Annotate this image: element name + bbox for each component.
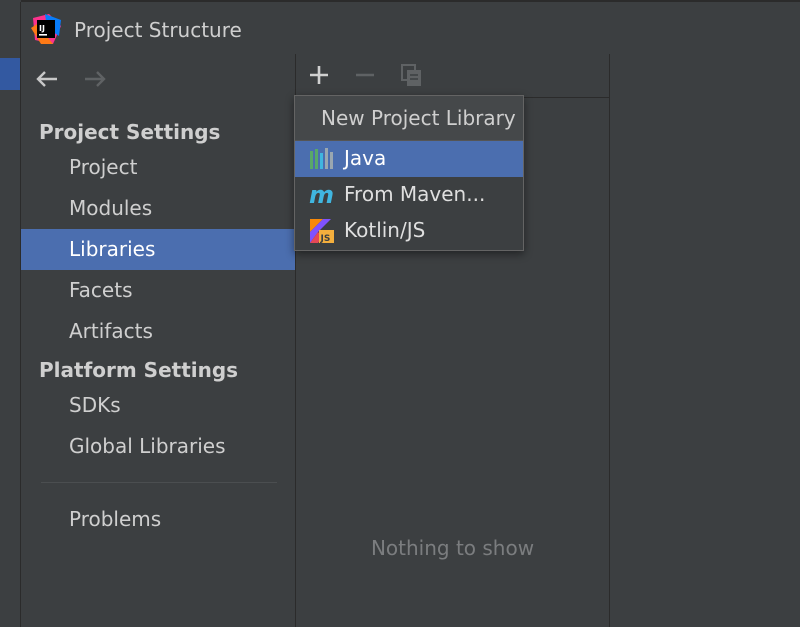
popup-item-java[interactable]: Java xyxy=(295,141,523,177)
popup-title: New Project Library xyxy=(321,106,516,130)
svg-text:IJ: IJ xyxy=(39,24,45,33)
svg-text:m: m xyxy=(309,183,334,207)
sidebar-item-problems[interactable]: Problems xyxy=(21,499,295,540)
popup-item-label: Kotlin/JS xyxy=(344,218,426,242)
popup-item-from-maven[interactable]: m From Maven... xyxy=(295,177,523,213)
sidebar-item-global-libraries[interactable]: Global Libraries xyxy=(21,426,295,467)
settings-sidebar: Project Settings Project Modules Librari… xyxy=(21,54,296,627)
sidebar-item-modules[interactable]: Modules xyxy=(21,188,295,229)
sidebar-item-facets[interactable]: Facets xyxy=(21,270,295,311)
background-ide-strip xyxy=(0,0,21,627)
minus-icon[interactable] xyxy=(352,62,378,88)
intellij-logo-icon: IJ xyxy=(31,14,61,44)
popup-header: New Project Library xyxy=(295,96,523,141)
project-settings-header: Project Settings xyxy=(39,120,221,144)
details-panel xyxy=(610,54,800,627)
sidebar-item-sdks[interactable]: SDKs xyxy=(21,385,295,426)
kotlin-js-icon: JS xyxy=(310,219,334,243)
libraries-toolbar xyxy=(296,54,609,98)
title-bar: IJ Project Structure xyxy=(21,2,800,54)
background-ide-selection xyxy=(0,58,21,90)
empty-state-text: Nothing to show xyxy=(370,536,535,560)
window-title: Project Structure xyxy=(74,18,242,42)
popup-item-label: Java xyxy=(344,146,387,170)
sidebar-item-libraries[interactable]: Libraries xyxy=(21,229,295,270)
sidebar-item-project[interactable]: Project xyxy=(21,147,295,188)
arrow-right-icon[interactable] xyxy=(81,68,109,90)
sidebar-divider xyxy=(41,482,277,483)
platform-settings-header: Platform Settings xyxy=(39,358,239,382)
popup-item-kotlin-js[interactable]: JS Kotlin/JS xyxy=(295,213,523,249)
java-library-icon xyxy=(310,148,333,169)
sidebar-item-artifacts[interactable]: Artifacts xyxy=(21,311,295,352)
new-project-library-popup: New Project Library Java m From Maven...… xyxy=(294,95,524,251)
arrow-left-icon[interactable] xyxy=(33,68,61,90)
copy-icon[interactable] xyxy=(399,62,425,88)
svg-text:JS: JS xyxy=(320,234,331,243)
plus-icon[interactable] xyxy=(306,62,332,88)
popup-item-label: From Maven... xyxy=(344,182,486,206)
maven-icon: m xyxy=(309,183,334,207)
